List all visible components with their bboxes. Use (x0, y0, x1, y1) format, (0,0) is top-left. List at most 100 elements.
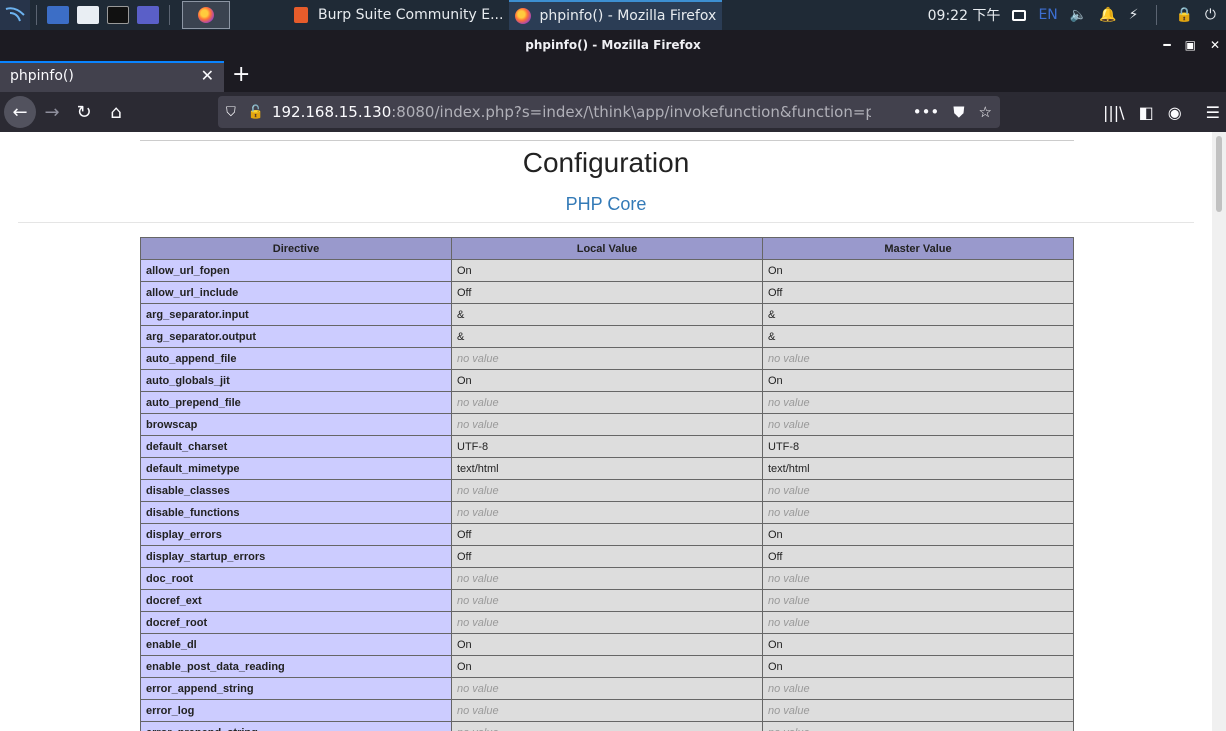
address-bar[interactable]: ⛉ 🔓 192.168.15.130 :8080/index.php?s=ind… (218, 96, 1000, 128)
task-burp-suite[interactable]: Burp Suite Community E... (288, 0, 509, 30)
volume-icon[interactable]: 🔈 (1070, 7, 1087, 23)
firefox-icon (515, 8, 532, 24)
directive-cell: doc_root (140, 567, 452, 590)
window-controls: ━ ▣ ✕ (1163, 30, 1220, 60)
master-value-cell: UTF-8 (762, 435, 1074, 458)
master-value-cell: & (762, 325, 1074, 348)
master-value-cell: & (762, 303, 1074, 326)
master-value-cell: On (762, 633, 1074, 656)
directive-cell: docref_ext (140, 589, 452, 612)
local-value-cell: no value (451, 677, 763, 700)
directive-cell: enable_post_data_reading (140, 655, 452, 678)
close-tab-icon[interactable]: ✕ (201, 66, 214, 85)
tab-phpinfo[interactable]: phpinfo() ✕ (0, 61, 224, 92)
display-icon[interactable] (1012, 9, 1027, 21)
local-value-cell: no value (451, 479, 763, 502)
taskbar-separator (1156, 5, 1158, 25)
tab-title: phpinfo() (10, 68, 74, 84)
master-value-cell: Off (762, 281, 1074, 304)
terminal-icon[interactable] (107, 6, 129, 24)
home-icon[interactable]: ⌂ (100, 96, 132, 128)
directive-cell: browscap (140, 413, 452, 436)
forward-arrow-icon[interactable]: → (36, 96, 68, 128)
insecure-connection-icon[interactable]: 🔓 (248, 105, 264, 120)
maximize-icon[interactable]: ▣ (1185, 38, 1196, 52)
local-value-cell: & (451, 325, 763, 348)
file-manager-icon[interactable] (77, 6, 99, 24)
master-value-cell: On (762, 369, 1074, 392)
table-row: display_errors Off On (140, 523, 1074, 546)
master-value-cell: no value (762, 413, 1074, 436)
local-value-cell: Off (451, 545, 763, 568)
taskbar-separator (169, 5, 170, 25)
pocket-icon[interactable]: ⛊ (953, 103, 964, 121)
kali-menu-icon[interactable] (0, 0, 30, 30)
table-row: enable_dl On On (140, 633, 1074, 656)
reload-icon[interactable]: ↻ (68, 96, 100, 128)
sidebar-icon[interactable]: ◧ (1139, 103, 1154, 122)
new-tab-icon[interactable]: + (232, 62, 250, 87)
task-firefox[interactable]: phpinfo() - Mozilla Firefox (509, 0, 723, 30)
back-arrow-icon[interactable]: ← (4, 96, 36, 128)
minimize-icon[interactable]: ━ (1163, 38, 1170, 52)
lock-icon[interactable]: 🔒 (1175, 7, 1192, 23)
table-row: auto_append_file no value no value (140, 347, 1074, 370)
table-row: browscap no value no value (140, 413, 1074, 436)
divider (18, 222, 1194, 223)
navigation-toolbar: ← → ↻ ⌂ ⛉ 🔓 192.168.15.130 :8080/index.p… (0, 92, 1226, 132)
language-indicator[interactable]: EN (1038, 7, 1057, 23)
section-link-php-core[interactable]: PHP Core (0, 194, 1212, 215)
local-value-cell: & (451, 303, 763, 326)
directive-cell: error_prepend_string (140, 721, 452, 731)
table-row: docref_ext no value no value (140, 589, 1074, 612)
notification-bell-icon[interactable]: 🔔 (1099, 7, 1116, 23)
power-icon[interactable]: ⏻ (1205, 7, 1216, 23)
local-value-cell: no value (451, 391, 763, 414)
local-value-cell: On (451, 633, 763, 656)
show-desktop-icon[interactable] (47, 6, 69, 24)
local-value-cell: On (451, 369, 763, 392)
screen-recorder-icon[interactable] (137, 6, 159, 24)
master-value-cell: text/html (762, 457, 1074, 480)
local-value-cell: no value (451, 611, 763, 634)
tracking-protection-icon[interactable]: ⛉ (226, 105, 236, 120)
master-value-cell: Off (762, 545, 1074, 568)
local-value-cell: Off (451, 281, 763, 304)
power-manager-icon[interactable]: ⚡ (1129, 7, 1139, 23)
task-label: Burp Suite Community E... (318, 7, 504, 23)
divider (140, 140, 1074, 141)
url-path: :8080/index.php?s=index/\think\app/invok… (391, 103, 872, 121)
directive-cell: auto_append_file (140, 347, 452, 370)
table-row: error_prepend_stringno valueno value (140, 721, 1074, 731)
library-icon[interactable]: |||\ (1103, 103, 1125, 122)
table-row: enable_post_data_reading On On (140, 655, 1074, 678)
table-row: error_log no value no value (140, 699, 1074, 722)
table-row: default_charset UTF-8 UTF-8 (140, 435, 1074, 458)
desktop-taskbar: Burp Suite Community E... phpinfo() - Mo… (0, 0, 1226, 30)
page-viewport: Configuration PHP Core Directive Local V… (0, 132, 1212, 731)
menu-icon[interactable]: ☰ (1206, 103, 1220, 122)
column-header: Directive (140, 237, 452, 260)
local-value-cell: no value (451, 589, 763, 612)
clock[interactable]: 09:22 下午 (928, 5, 1001, 25)
close-window-icon[interactable]: ✕ (1210, 38, 1220, 52)
window-title-bar: phpinfo() - Mozilla Firefox (0, 30, 1226, 60)
system-tray: 09:22 下午 EN 🔈 🔔 ⚡ 🔒 ⏻ (928, 0, 1226, 30)
account-icon[interactable]: ◉ (1168, 103, 1182, 122)
master-value-cell: no value (762, 589, 1074, 612)
firefox-launcher-icon[interactable] (182, 1, 230, 29)
bookmark-star-icon[interactable]: ☆ (979, 103, 992, 121)
directive-cell: error_append_string (140, 677, 452, 700)
scrollbar-thumb[interactable] (1216, 136, 1222, 212)
directive-cell: allow_url_fopen (140, 259, 452, 282)
toolbar-right: |||\ ◧ ◉ ☰ (1103, 96, 1220, 128)
master-value-cell: no value (762, 347, 1074, 370)
directive-cell: auto_globals_jit (140, 369, 452, 392)
master-value-cell: no value (762, 699, 1074, 722)
local-value-cell: Off (451, 523, 763, 546)
page-actions-icon[interactable]: ••• (913, 103, 940, 121)
master-value-cell: no value (762, 391, 1074, 414)
vertical-scrollbar[interactable] (1212, 132, 1226, 731)
table-row: auto_prepend_file no value no value (140, 391, 1074, 414)
directive-cell: arg_separator.input (140, 303, 452, 326)
